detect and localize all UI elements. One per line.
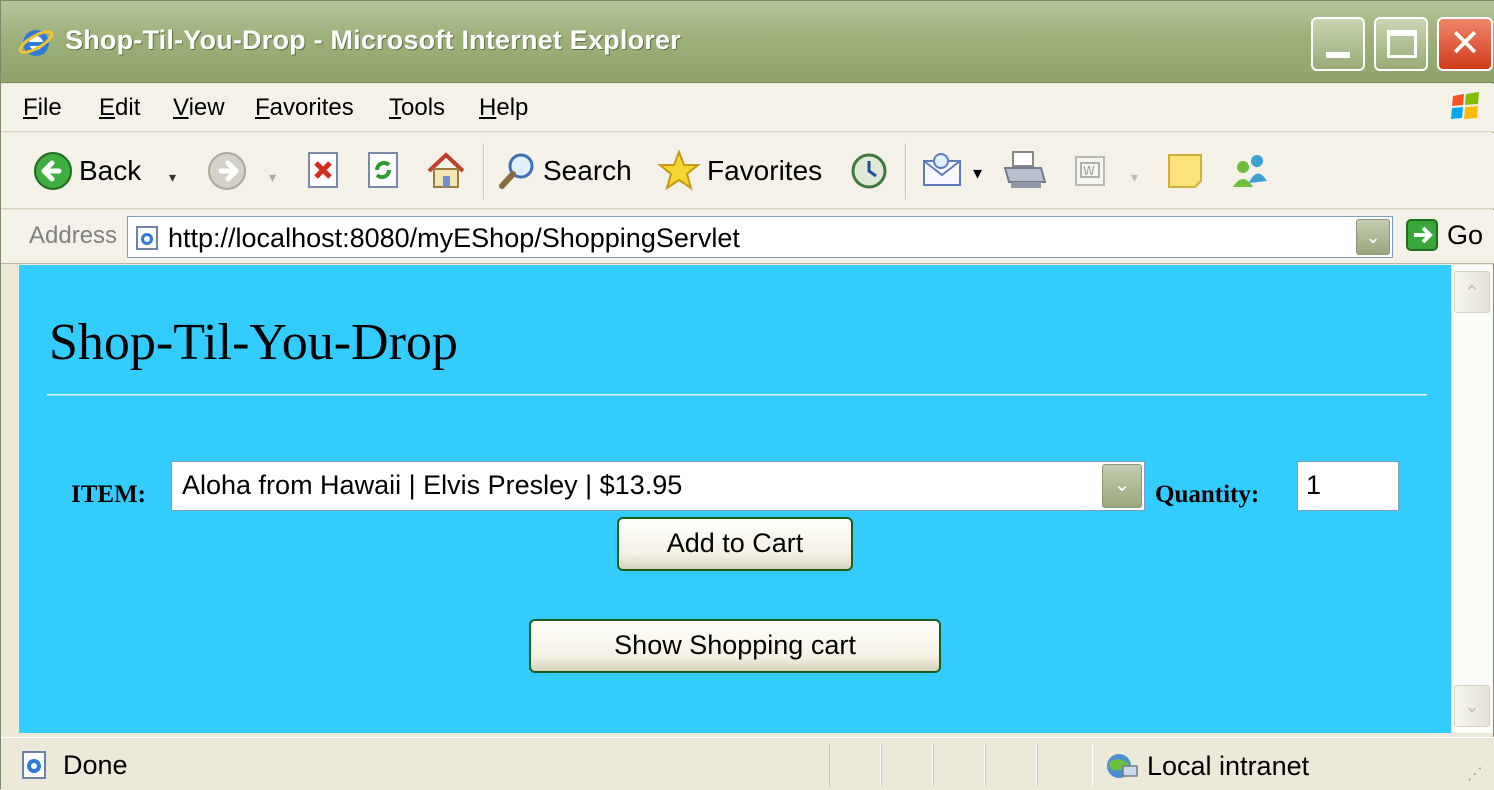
menu-favorites[interactable]: Favorites <box>255 94 354 122</box>
printer-icon <box>1003 151 1047 188</box>
go-arrow-icon <box>1406 219 1438 251</box>
forward-history-dropdown[interactable]: ▾ <box>269 169 276 186</box>
sticky-note-icon <box>1168 154 1202 188</box>
favorites-button[interactable]: Favorites <box>657 150 823 191</box>
stop-icon <box>308 152 338 188</box>
browser-window: Shop-Til-You-Drop - Microsoft Internet E… <box>0 0 1494 790</box>
history-icon <box>851 153 887 189</box>
home-icon <box>427 152 465 188</box>
ie-logo-icon <box>18 30 54 56</box>
mail-button[interactable] <box>921 151 965 191</box>
quantity-input[interactable]: 1 <box>1297 461 1399 511</box>
refresh-button[interactable] <box>365 151 403 191</box>
search-icon <box>499 153 534 189</box>
home-button[interactable] <box>425 151 467 191</box>
discuss-button[interactable] <box>1165 151 1205 191</box>
scroll-up-button[interactable]: ⌃ <box>1454 271 1490 313</box>
edit-button[interactable]: W <box>1073 151 1107 191</box>
stop-button[interactable] <box>305 151 343 191</box>
mail-icon <box>923 153 961 186</box>
menu-file[interactable]: File <box>23 94 62 122</box>
address-bar: Address http://localhost:8080/myEShop/Sh… <box>1 210 1494 264</box>
favorites-star-icon <box>657 150 701 191</box>
close-button[interactable]: ✕ <box>1437 17 1493 71</box>
edit-dropdown[interactable]: ▾ <box>1131 169 1138 186</box>
back-history-dropdown[interactable]: ▾ <box>169 169 176 186</box>
svg-text:W: W <box>1083 164 1095 178</box>
close-icon: ✕ <box>1449 23 1481 65</box>
scroll-down-button[interactable]: ⌄ <box>1454 685 1490 727</box>
menu-tools[interactable]: Tools <box>389 94 445 122</box>
page-icon <box>136 226 158 250</box>
menu-help[interactable]: Help <box>479 94 528 122</box>
refresh-icon <box>368 152 398 188</box>
menu-view[interactable]: View <box>173 94 225 122</box>
item-selected-value: Aloha from Hawaii | Elvis Presley | $13.… <box>182 470 683 500</box>
page-done-icon <box>22 751 46 779</box>
search-button[interactable]: Search <box>497 151 632 191</box>
menu-bar: File Edit View Favorites Tools Help <box>1 84 1494 132</box>
window-title: Shop-Til-You-Drop - Microsoft Internet E… <box>65 25 681 55</box>
show-shopping-cart-button[interactable]: Show Shopping cart <box>529 619 941 673</box>
back-button[interactable]: Back <box>33 151 141 191</box>
back-arrow-icon <box>34 152 72 190</box>
messenger-icon <box>1233 155 1267 187</box>
title-bar[interactable]: Shop-Til-You-Drop - Microsoft Internet E… <box>1 1 1494 83</box>
standard-toolbar: Back ▾ ▾ Search Favorites ▾ W ▾ <box>1 133 1494 209</box>
zone-label: Local intranet <box>1147 750 1310 781</box>
windows-logo-icon <box>1451 92 1479 119</box>
security-zone: Local intranet <box>1103 750 1309 782</box>
back-label: Back <box>79 155 142 186</box>
maximize-button[interactable] <box>1374 17 1428 71</box>
forward-arrow-icon <box>208 152 246 190</box>
search-label: Search <box>543 155 632 186</box>
favorites-label: Favorites <box>707 155 823 186</box>
horizontal-rule <box>47 394 1427 396</box>
resize-grip-icon[interactable]: ⋰ <box>1467 764 1487 784</box>
messenger-button[interactable] <box>1229 151 1273 191</box>
menu-edit[interactable]: Edit <box>99 94 140 122</box>
status-bar: Done Local intranet ⋰ <box>1 737 1494 790</box>
address-label: Address <box>29 222 118 249</box>
print-button[interactable] <box>1001 151 1047 191</box>
address-url: http://localhost:8080/myEShop/ShoppingSe… <box>168 223 740 253</box>
status-text: Done <box>63 750 128 780</box>
history-button[interactable] <box>849 151 889 191</box>
word-edit-icon: W <box>1075 156 1105 186</box>
page-title: Shop-Til-You-Drop <box>49 314 458 371</box>
quantity-label: Quantity: <box>1155 481 1260 508</box>
page-viewport: Shop-Til-You-Drop ITEM: Aloha from Hawai… <box>19 265 1451 733</box>
add-to-cart-button[interactable]: Add to Cart <box>617 517 853 571</box>
vertical-scrollbar[interactable]: ⌃ ⌄ <box>1451 265 1493 733</box>
address-input[interactable]: http://localhost:8080/myEShop/ShoppingSe… <box>127 216 1393 258</box>
go-label: Go <box>1447 219 1484 250</box>
item-label: ITEM: <box>71 481 146 508</box>
item-select[interactable]: Aloha from Hawaii | Elvis Presley | $13.… <box>171 461 1145 511</box>
go-button[interactable]: Go <box>1405 218 1483 252</box>
forward-button[interactable] <box>207 151 247 191</box>
address-dropdown-button[interactable]: ⌄ <box>1356 219 1390 255</box>
intranet-icon <box>1107 754 1138 778</box>
minimize-button[interactable] <box>1311 17 1365 71</box>
item-dropdown-button[interactable]: ⌄ <box>1102 464 1142 508</box>
mail-dropdown[interactable]: ▾ <box>973 163 982 184</box>
